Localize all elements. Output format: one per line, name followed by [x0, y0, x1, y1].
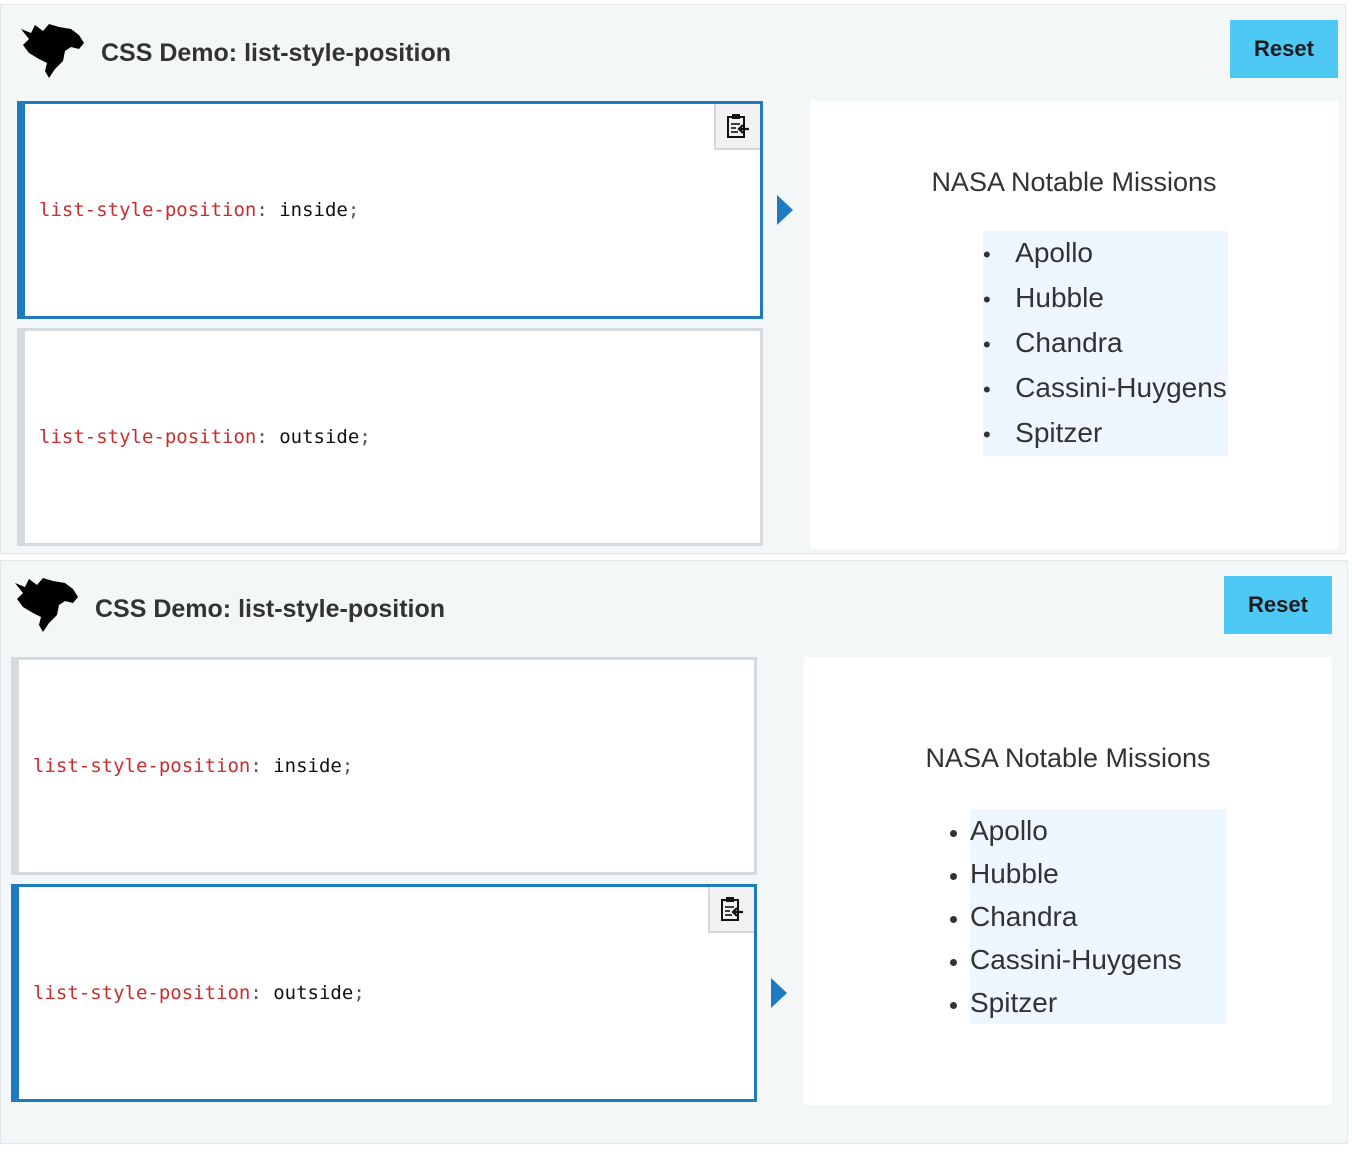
- output-panel: NASA Notable Missions Apollo Hubble Chan…: [810, 101, 1338, 549]
- play-arrow-icon: [777, 195, 793, 225]
- copy-button[interactable]: [708, 887, 754, 933]
- dino-logo-icon: [13, 577, 79, 633]
- list-item: Spitzer: [970, 981, 1227, 1024]
- list-item: Chandra: [983, 321, 1228, 366]
- css-value: outside: [273, 982, 354, 1004]
- demo-title: CSS Demo: list-style-position: [101, 39, 452, 67]
- css-property: list-style-position: [39, 199, 257, 221]
- copy-to-clipboard-icon: [727, 114, 749, 138]
- reset-button[interactable]: Reset: [1230, 20, 1338, 78]
- list-item: Apollo: [970, 809, 1227, 852]
- example-choice-inside[interactable]: list-style-position: inside;: [17, 101, 763, 319]
- list-item: Apollo: [983, 231, 1228, 276]
- demo-panel-2: CSS Demo: list-style-position Reset list…: [0, 560, 1348, 1144]
- missions-list: Apollo Hubble Chandra Cassini-Huygens Sp…: [983, 231, 1228, 456]
- css-value: inside: [279, 199, 348, 221]
- list-item: Spitzer: [983, 411, 1228, 456]
- list-item: Hubble: [970, 852, 1227, 895]
- list-item: Hubble: [983, 276, 1228, 321]
- css-property: list-style-position: [33, 755, 251, 777]
- example-choice-outside[interactable]: list-style-position: outside;: [11, 884, 757, 1102]
- code-line: list-style-position: outside;: [39, 426, 371, 448]
- example-choice-outside[interactable]: list-style-position: outside;: [17, 328, 763, 546]
- reset-button[interactable]: Reset: [1224, 576, 1332, 634]
- demo-panel-1: CSS Demo: list-style-position Reset list…: [0, 4, 1346, 554]
- output-heading: NASA Notable Missions: [931, 167, 1217, 197]
- css-property: list-style-position: [33, 982, 251, 1004]
- play-arrow-icon: [771, 978, 787, 1008]
- css-property: list-style-position: [39, 426, 257, 448]
- list-item: Cassini-Huygens: [970, 938, 1227, 981]
- output-heading: NASA Notable Missions: [925, 743, 1211, 773]
- list-item: Chandra: [970, 895, 1227, 938]
- copy-button[interactable]: [714, 104, 760, 150]
- output-panel: NASA Notable Missions Apollo Hubble Chan…: [804, 657, 1332, 1105]
- demo-title: CSS Demo: list-style-position: [95, 595, 446, 623]
- copy-to-clipboard-icon: [721, 897, 743, 921]
- example-choice-inside[interactable]: list-style-position: inside;: [11, 657, 757, 875]
- css-value: inside: [273, 755, 342, 777]
- missions-list: Apollo Hubble Chandra Cassini-Huygens Sp…: [970, 809, 1227, 1024]
- code-line: list-style-position: outside;: [33, 982, 365, 1004]
- dino-logo-icon: [19, 23, 85, 79]
- list-item: Cassini-Huygens: [983, 366, 1228, 411]
- code-line: list-style-position: inside;: [33, 755, 354, 777]
- css-value: outside: [279, 426, 360, 448]
- code-line: list-style-position: inside;: [39, 199, 360, 221]
